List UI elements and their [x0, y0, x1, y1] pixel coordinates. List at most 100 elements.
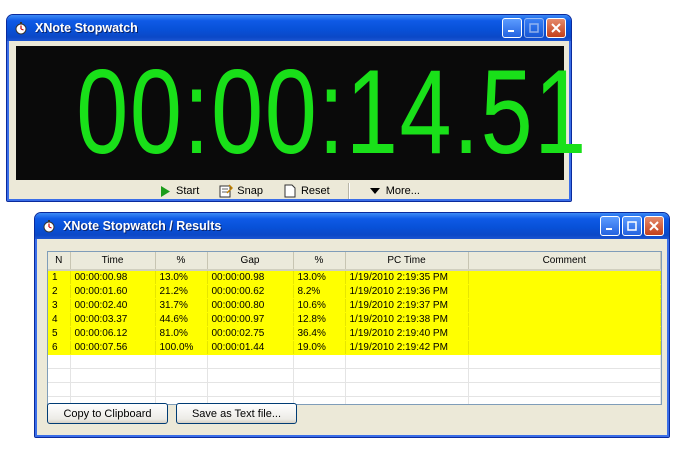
more-button[interactable]: More... — [368, 184, 420, 198]
save-label: Save as Text file... — [191, 407, 282, 420]
empty-cell — [48, 368, 71, 383]
cell-comment — [468, 298, 661, 313]
table-row[interactable]: 6 00:00:07.56 100.0% 00:00:01.44 19.0% 1/19/2… — [48, 340, 661, 355]
cell-gap: 00:00:02.75 — [207, 326, 294, 341]
empty-cell — [293, 382, 346, 397]
empty-table-row[interactable] — [48, 382, 661, 397]
cell-gap: 00:00:00.62 — [207, 284, 294, 299]
empty-cell — [207, 382, 294, 397]
start-label: Start — [176, 185, 200, 197]
empty-cell — [155, 382, 208, 397]
empty-cell — [345, 368, 469, 383]
snap-button[interactable]: Snap — [219, 184, 263, 198]
column-header-comment[interactable]: Comment — [468, 252, 661, 271]
cell-time-percent: 44.6% — [155, 312, 208, 327]
snap-label: Snap — [237, 185, 263, 197]
cell-n: 1 — [48, 270, 71, 285]
results-maximize-button[interactable] — [622, 216, 642, 236]
empty-table-row[interactable] — [48, 354, 661, 369]
stopwatch-title: XNote Stopwatch — [35, 21, 138, 35]
stopwatch-titlebar[interactable]: XNote Stopwatch — [7, 15, 571, 41]
results-table[interactable]: N Time % Gap % PC Time Comment 1 00:00:00… — [47, 251, 662, 405]
close-icon — [649, 221, 659, 231]
cell-n: 5 — [48, 326, 71, 341]
cell-time: 00:00:02.40 — [70, 298, 156, 313]
snap-icon — [219, 184, 234, 198]
empty-cell — [48, 354, 71, 369]
empty-cell — [48, 382, 71, 397]
column-header-pc-time[interactable]: PC Time — [345, 252, 469, 271]
copy-to-clipboard-button[interactable]: Copy to Clipboard — [47, 403, 168, 424]
column-header-gap-percent[interactable]: % — [293, 252, 346, 271]
cell-pc-time: 1/19/2010 2:19:37 PM — [345, 298, 469, 313]
table-row[interactable]: 5 00:00:06.12 81.0% 00:00:02.75 36.4% 1/19/20… — [48, 326, 661, 341]
cell-gap-percent: 8.2% — [293, 284, 346, 299]
results-window: XNote Stopwatch / Results N Time % Gap %… — [34, 212, 670, 438]
empty-cell — [468, 354, 661, 369]
dropdown-arrow-icon — [368, 184, 382, 198]
cell-pc-time: 1/19/2010 2:19:35 PM — [345, 270, 469, 285]
minimize-icon — [606, 228, 612, 230]
empty-table-row[interactable] — [48, 368, 661, 383]
cell-gap: 00:00:01.44 — [207, 340, 294, 355]
column-header-time[interactable]: Time — [70, 252, 156, 271]
results-close-button[interactable] — [644, 216, 664, 236]
minimize-button[interactable] — [502, 18, 522, 38]
stopwatch-app-icon — [13, 20, 29, 36]
cell-gap: 00:00:00.97 — [207, 312, 294, 327]
empty-cell — [70, 354, 156, 369]
reset-icon — [283, 184, 297, 198]
cell-time-percent: 13.0% — [155, 270, 208, 285]
column-header-time-percent[interactable]: % — [155, 252, 208, 271]
empty-cell — [70, 368, 156, 383]
cell-time: 00:00:06.12 — [70, 326, 156, 341]
save-as-text-button[interactable]: Save as Text file... — [176, 403, 297, 424]
empty-cell — [345, 354, 469, 369]
empty-cell — [70, 382, 156, 397]
table-row[interactable]: 3 00:00:02.40 31.7% 00:00:00.80 10.6% 1/19/20… — [48, 298, 661, 313]
empty-cell — [468, 396, 661, 404]
cell-pc-time: 1/19/2010 2:19:40 PM — [345, 326, 469, 341]
cell-comment — [468, 284, 661, 299]
results-minimize-button[interactable] — [600, 216, 620, 236]
empty-cell — [293, 368, 346, 383]
empty-cell — [155, 354, 208, 369]
start-button[interactable]: Start — [158, 184, 199, 198]
cell-pc-time: 1/19/2010 2:19:42 PM — [345, 340, 469, 355]
cell-time-percent: 21.2% — [155, 284, 208, 299]
table-row[interactable]: 2 00:00:01.60 21.2% 00:00:00.62 8.2% 1/19/201… — [48, 284, 661, 299]
cell-n: 6 — [48, 340, 71, 355]
column-header-gap[interactable]: Gap — [207, 252, 294, 271]
elapsed-time: 00:00:14.51 — [76, 45, 588, 179]
cell-time: 00:00:03.37 — [70, 312, 156, 327]
empty-cell — [207, 368, 294, 383]
cell-n: 2 — [48, 284, 71, 299]
cell-time-percent: 100.0% — [155, 340, 208, 355]
empty-cell — [468, 382, 661, 397]
cell-time: 00:00:01.60 — [70, 284, 156, 299]
cell-gap: 00:00:00.80 — [207, 298, 294, 313]
table-row[interactable]: 1 00:00:00.98 13.0% 00:00:00.98 13.0% 1/19/20… — [48, 270, 661, 285]
maximize-icon — [529, 23, 539, 33]
table-row[interactable]: 4 00:00:03.37 44.6% 00:00:00.97 12.8% 1/19/20… — [48, 312, 661, 327]
cell-comment — [468, 312, 661, 327]
maximize-button[interactable] — [524, 18, 544, 38]
cell-n: 4 — [48, 312, 71, 327]
close-button[interactable] — [546, 18, 566, 38]
results-titlebar[interactable]: XNote Stopwatch / Results — [35, 213, 669, 239]
results-app-icon — [41, 218, 57, 234]
cell-comment — [468, 326, 661, 341]
cell-gap: 00:00:00.98 — [207, 270, 294, 285]
cell-gap-percent: 13.0% — [293, 270, 346, 285]
close-icon — [551, 23, 561, 33]
empty-cell — [345, 396, 469, 404]
table-header-row: N Time % Gap % PC Time Comment — [48, 252, 661, 271]
column-header-n[interactable]: N — [48, 252, 71, 271]
reset-label: Reset — [300, 185, 330, 197]
more-label: More... — [385, 185, 420, 197]
empty-cell — [468, 368, 661, 383]
cell-time: 00:00:07.56 — [70, 340, 156, 355]
reset-button[interactable]: Reset — [283, 184, 330, 198]
empty-cell — [207, 354, 294, 369]
cell-comment — [468, 270, 661, 285]
